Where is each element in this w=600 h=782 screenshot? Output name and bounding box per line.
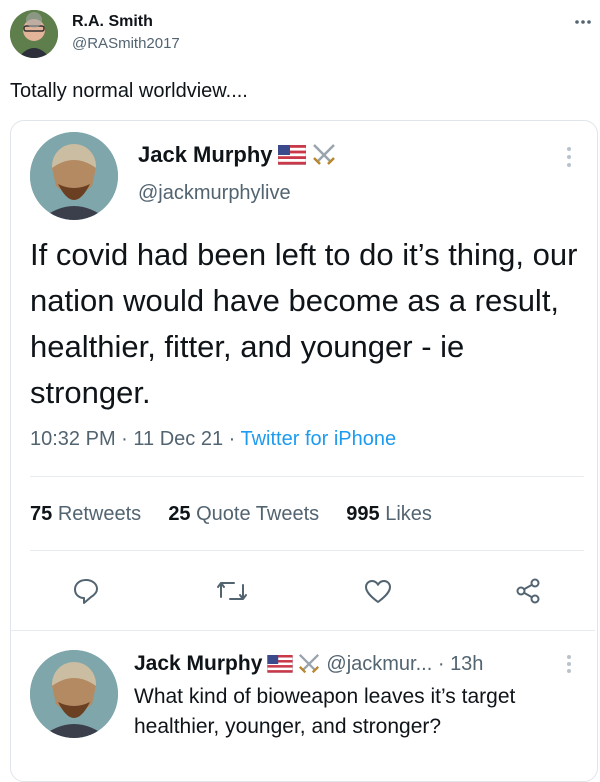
tweet-time: 10:32 PM [30, 428, 116, 450]
us-flag-icon [267, 655, 294, 673]
author-name[interactable]: Jack Murphy [134, 652, 262, 676]
likes-count: 995 [346, 503, 380, 525]
tweet-age: 13h [450, 652, 484, 675]
avatar[interactable] [30, 132, 118, 220]
divider [30, 476, 584, 477]
reply-text: What kind of bioweapon leaves it’s targe… [134, 685, 516, 738]
avatar[interactable] [10, 10, 58, 58]
more-vertical-icon[interactable] [562, 652, 576, 676]
retweets-stat[interactable]: 75 Retweets [30, 503, 147, 525]
divider [30, 550, 584, 551]
quoted-tweet-text: If covid had been left to do it’s thing,… [30, 237, 578, 410]
likes-stat[interactable]: 995 Likes [346, 503, 432, 525]
more-horizontal-icon[interactable] [572, 14, 594, 30]
tweet-text: Totally normal worldview.... [10, 80, 248, 102]
author-handle[interactable]: @RASmith2017 [72, 35, 180, 52]
us-flag-icon [277, 145, 306, 165]
crossed-swords-icon [311, 142, 337, 168]
author-handle[interactable]: @jackmur... [326, 653, 432, 676]
tweet-source-link[interactable]: Twitter for iPhone [241, 428, 397, 450]
reply-icon[interactable] [66, 573, 106, 609]
author-name[interactable]: R.A. Smith [72, 13, 153, 31]
tweet-date: 11 Dec 21 [133, 428, 224, 450]
retweets-count: 75 [30, 503, 53, 525]
divider [11, 630, 595, 631]
retweet-icon[interactable] [212, 573, 252, 609]
more-vertical-icon[interactable] [562, 144, 576, 170]
avatar[interactable] [30, 650, 118, 738]
author-handle[interactable]: @jackmurphylive [138, 182, 291, 205]
crossed-swords-icon [297, 652, 321, 676]
quotes-stat[interactable]: 25 Quote Tweets [168, 503, 324, 525]
author-name[interactable]: Jack Murphy [138, 142, 273, 168]
quotes-count: 25 [168, 503, 191, 525]
likes-label: Likes [385, 503, 432, 525]
share-icon[interactable] [508, 573, 548, 609]
quotes-label: Quote Tweets [196, 503, 320, 525]
like-icon[interactable] [358, 573, 398, 609]
retweets-label: Retweets [57, 503, 142, 525]
